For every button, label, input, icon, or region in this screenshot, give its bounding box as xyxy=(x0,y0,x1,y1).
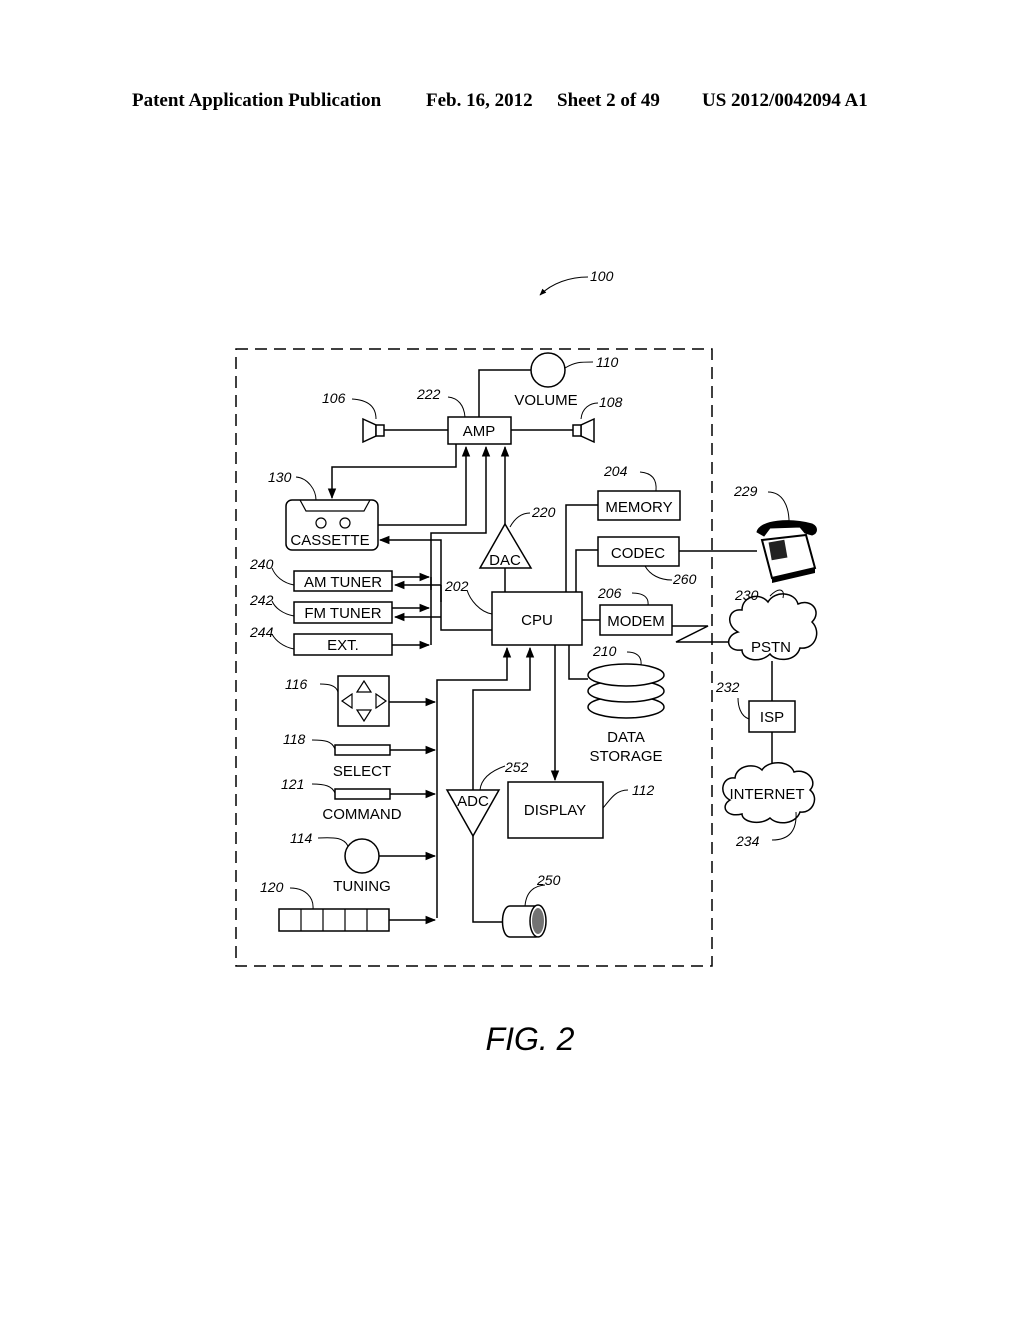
tuning-knob: TUNING 114 xyxy=(290,830,391,895)
dac-block: DAC 220 xyxy=(478,504,556,569)
svg-text:130: 130 xyxy=(268,469,292,485)
svg-text:260: 260 xyxy=(672,571,697,587)
cpu-to-storage xyxy=(568,645,588,680)
codec-block: CODEC 260 xyxy=(597,536,697,587)
svg-text:252: 252 xyxy=(504,759,529,775)
svg-text:242: 242 xyxy=(249,592,274,608)
svg-text:EXT.: EXT. xyxy=(327,637,359,654)
system-reference: 100 xyxy=(539,268,614,296)
internet-cloud: INTERNET 234 xyxy=(722,762,816,849)
svg-text:116: 116 xyxy=(285,676,308,692)
svg-text:121: 121 xyxy=(281,776,304,792)
cpu-memory-bus xyxy=(565,504,598,592)
svg-text:229: 229 xyxy=(733,483,758,499)
cassette-to-amp xyxy=(378,445,471,526)
figure-caption: FIG. 2 xyxy=(486,1021,575,1057)
block-diagram: 100 VOLUME 110 AMP 222 106 108 CASSETTE xyxy=(235,268,818,1057)
isp-block: ISP 232 xyxy=(715,679,796,733)
am-tuner-block: AM TUNER 240 xyxy=(249,556,393,592)
svg-text:110: 110 xyxy=(596,354,619,370)
svg-text:SELECT: SELECT xyxy=(333,763,391,780)
display-block: DISPLAY 112 xyxy=(507,781,655,839)
svg-text:232: 232 xyxy=(715,679,740,695)
svg-text:120: 120 xyxy=(260,879,284,895)
pstn-cloud: PSTN 230 xyxy=(728,587,818,661)
svg-text:202: 202 xyxy=(444,578,469,594)
svg-text:206: 206 xyxy=(597,585,622,601)
telephone-icon: 229 xyxy=(733,483,817,583)
svg-text:ADC: ADC xyxy=(457,793,489,810)
svg-text:220: 220 xyxy=(531,504,556,520)
svg-text:AMP: AMP xyxy=(463,423,496,440)
svg-text:ISP: ISP xyxy=(760,709,784,726)
svg-text:DISPLAY: DISPLAY xyxy=(524,802,586,819)
svg-text:108: 108 xyxy=(599,394,623,410)
amp-block: AMP 222 xyxy=(416,386,512,445)
svg-text:234: 234 xyxy=(735,833,760,849)
bus-to-amp xyxy=(430,445,491,590)
svg-text:100: 100 xyxy=(590,268,614,284)
svg-text:CPU: CPU xyxy=(521,612,553,629)
cassette-block: CASSETTE 130 xyxy=(268,469,379,551)
ext-block: EXT. 244 xyxy=(249,624,393,656)
select-button: SELECT 118 xyxy=(283,731,391,780)
svg-text:INTERNET: INTERNET xyxy=(730,786,805,803)
svg-text:222: 222 xyxy=(416,386,441,402)
fm-tuner-block: FM TUNER 242 xyxy=(249,592,393,624)
svg-text:118: 118 xyxy=(283,731,306,747)
modem-block: MODEM 206 xyxy=(597,585,673,636)
svg-text:250: 250 xyxy=(536,872,561,888)
svg-text:DAC: DAC xyxy=(489,552,521,569)
command-button: COMMAND 121 xyxy=(281,776,402,823)
svg-text:VOLUME: VOLUME xyxy=(514,392,577,409)
data-storage-disks: DATA STORAGE 210 xyxy=(587,643,665,765)
svg-text:204: 204 xyxy=(603,463,628,479)
svg-text:CASSETTE: CASSETTE xyxy=(290,532,369,549)
svg-text:FM TUNER: FM TUNER xyxy=(304,605,381,622)
svg-text:DATA: DATA xyxy=(607,729,645,746)
mic-to-adc xyxy=(472,836,502,923)
svg-text:240: 240 xyxy=(249,556,274,572)
amp-to-cassette xyxy=(327,444,457,500)
svg-text:MODEM: MODEM xyxy=(607,613,665,630)
svg-text:106: 106 xyxy=(322,390,346,406)
svg-text:210: 210 xyxy=(592,643,617,659)
svg-text:COMMAND: COMMAND xyxy=(322,806,401,823)
svg-text:PSTN: PSTN xyxy=(751,639,791,656)
speaker-left: 106 xyxy=(322,390,385,444)
modem-to-pstn-link xyxy=(672,625,731,643)
microphone-icon: 250 xyxy=(501,872,561,938)
memory-block: MEMORY 204 xyxy=(597,463,681,521)
svg-text:CODEC: CODEC xyxy=(611,545,665,562)
svg-text:244: 244 xyxy=(249,624,274,640)
cpu-block: CPU 202 xyxy=(444,578,583,646)
svg-text:MEMORY: MEMORY xyxy=(605,499,672,516)
svg-text:114: 114 xyxy=(290,830,313,846)
input-bus-to-cpu xyxy=(436,646,512,918)
speaker-right: 108 xyxy=(572,394,623,444)
svg-text:TUNING: TUNING xyxy=(333,878,391,895)
svg-text:112: 112 xyxy=(632,782,655,798)
svg-text:STORAGE: STORAGE xyxy=(589,748,662,765)
dpad-control: 116 xyxy=(285,675,390,727)
cpu-codec-bus xyxy=(575,549,598,592)
svg-text:230: 230 xyxy=(734,587,759,603)
svg-text:AM TUNER: AM TUNER xyxy=(304,574,382,591)
